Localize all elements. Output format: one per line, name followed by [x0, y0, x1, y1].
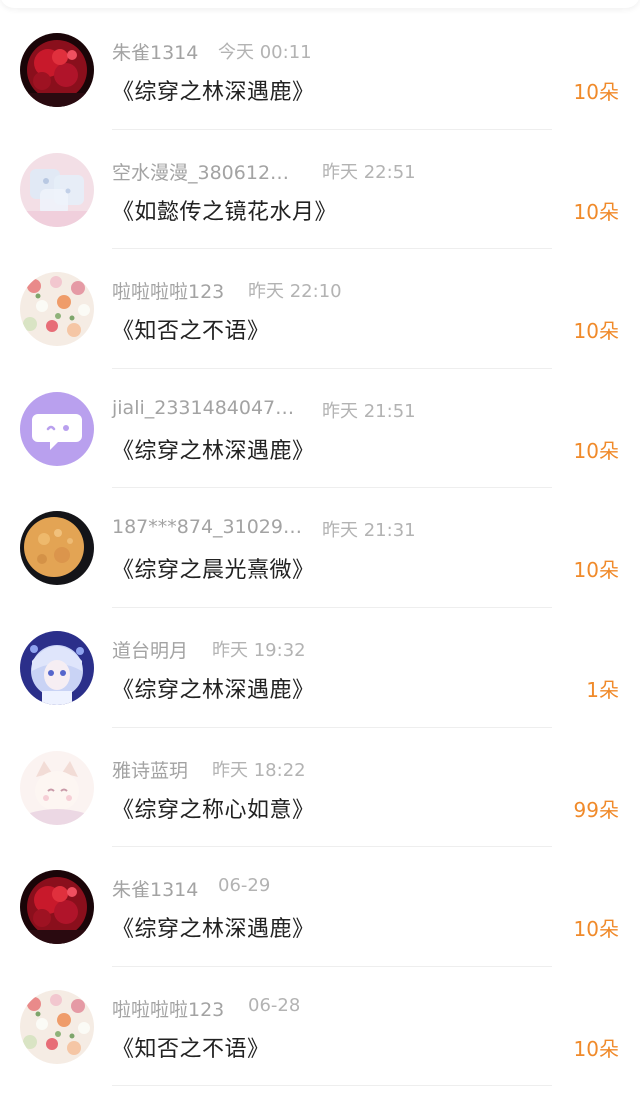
flower-amount: 99朵: [573, 797, 619, 822]
flower-amount: 10朵: [573, 319, 619, 344]
top-card-edge: [0, 0, 640, 8]
username[interactable]: 道台明月: [112, 636, 188, 663]
username[interactable]: 朱雀1314: [112, 38, 198, 65]
flower-amount: 1朵: [586, 677, 619, 702]
flower-amount: 10朵: [573, 917, 619, 942]
book-title[interactable]: 《综穿之林深遇鹿》: [112, 433, 315, 465]
flower-amount: 10朵: [573, 438, 619, 463]
list-item[interactable]: 啦啦啦啦123 昨天 22:10 《知否之不语》 10朵: [0, 249, 640, 369]
username[interactable]: 朱雀1314: [112, 875, 198, 902]
moon-avatar[interactable]: [20, 511, 94, 586]
list-item[interactable]: 空水漫漫_380612… 昨天 22:51 《如懿传之镜花水月》 10朵: [0, 130, 640, 250]
list-item[interactable]: 朱雀1314 06-29 《综穿之林深遇鹿》 10朵: [0, 847, 640, 967]
book-title[interactable]: 《综穿之晨光熹微》: [112, 552, 315, 584]
list-item[interactable]: 道台明月 昨天 19:32 《综穿之林深遇鹿》 1朵: [0, 608, 640, 728]
timestamp: 今天 00:11: [218, 42, 312, 63]
ice-cube-avatar[interactable]: [20, 152, 94, 227]
book-title[interactable]: 《如懿传之镜花水月》: [112, 194, 337, 226]
divider: [112, 1085, 552, 1087]
list-item[interactable]: 雅诗蓝玥 昨天 18:22 《综穿之称心如意》 99朵: [0, 728, 640, 848]
username[interactable]: 啦啦啦啦123: [112, 995, 224, 1022]
book-title[interactable]: 《知否之不语》: [112, 1031, 270, 1063]
record-meta: 啦啦啦啦123 昨天 22:10: [112, 277, 442, 305]
record-meta: 道台明月 昨天 19:32: [112, 636, 442, 664]
list-item[interactable]: jiali_2331484047… 昨天 21:51 《综穿之林深遇鹿》 10朵: [0, 369, 640, 489]
flower-amount: 10朵: [573, 558, 619, 583]
chat-bubble-avatar[interactable]: [20, 391, 94, 466]
timestamp: 昨天 19:32: [212, 639, 306, 661]
username[interactable]: 雅诗蓝玥: [112, 756, 188, 783]
record-meta: 朱雀1314 06-29: [112, 875, 442, 903]
timestamp: 昨天 21:31: [322, 520, 416, 542]
anime-girl-avatar[interactable]: [20, 630, 94, 705]
timestamp: 昨天 18:22: [212, 759, 306, 781]
list-item[interactable]: 187***874_31029… 昨天 21:31 《综穿之晨光熹微》 10朵: [0, 488, 640, 608]
record-meta: 雅诗蓝玥 昨天 18:22: [112, 756, 442, 784]
flower-amount: 10朵: [573, 80, 619, 104]
book-title[interactable]: 《综穿之称心如意》: [112, 792, 315, 824]
record-meta: 187***874_31029… 昨天 21:31: [112, 516, 442, 544]
book-title[interactable]: 《综穿之林深遇鹿》: [112, 911, 315, 943]
red-flowers-avatar[interactable]: [20, 870, 94, 945]
flower-amount: 10朵: [573, 199, 619, 224]
book-title[interactable]: 《知否之不语》: [112, 313, 270, 345]
username[interactable]: 啦啦啦啦123: [112, 277, 224, 304]
list-item[interactable]: 啦啦啦啦123 06-28 《知否之不语》 10朵: [0, 967, 640, 1087]
username[interactable]: 187***874_31029…: [112, 516, 302, 538]
record-meta: 啦啦啦啦123 06-28: [112, 995, 442, 1023]
timestamp: 昨天 21:51: [322, 400, 416, 422]
record-meta: 朱雀1314 今天 00:11: [112, 38, 442, 66]
username[interactable]: jiali_2331484047…: [112, 397, 294, 419]
record-meta: jiali_2331484047… 昨天 21:51: [112, 397, 442, 425]
book-title[interactable]: 《综穿之林深遇鹿》: [112, 74, 315, 106]
cat-girl-avatar[interactable]: [20, 750, 94, 825]
timestamp: 06-29: [218, 875, 271, 897]
username[interactable]: 空水漫漫_380612…: [112, 158, 289, 185]
timestamp: 昨天 22:10: [248, 281, 342, 303]
flower-amount: 10朵: [573, 1036, 619, 1061]
red-flowers-avatar[interactable]: [20, 33, 94, 107]
gift-record-list: 朱雀1314 今天 00:11 《综穿之林深遇鹿》 10朵 空水漫漫_38061…: [0, 10, 640, 1087]
list-item[interactable]: 朱雀1314 今天 00:11 《综穿之林深遇鹿》 10朵: [0, 10, 640, 130]
record-meta: 空水漫漫_380612… 昨天 22:51: [112, 158, 442, 186]
floral-pattern-avatar[interactable]: [20, 989, 94, 1064]
floral-pattern-avatar[interactable]: [20, 272, 94, 347]
book-title[interactable]: 《综穿之林深遇鹿》: [112, 672, 315, 704]
timestamp: 昨天 22:51: [322, 161, 416, 183]
timestamp: 06-28: [248, 994, 301, 1016]
